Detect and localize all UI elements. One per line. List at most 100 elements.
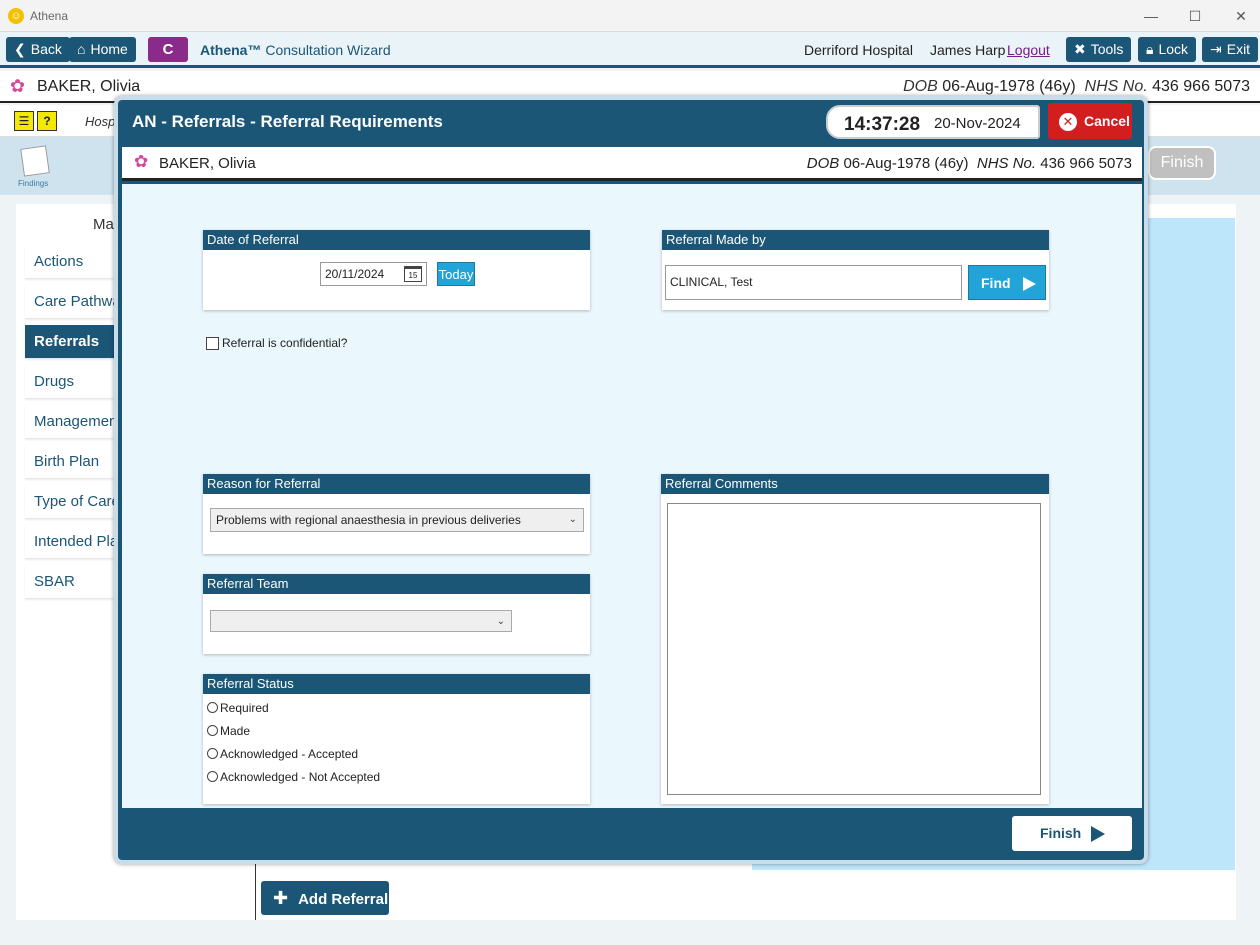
chevron-left-icon: ❮: [14, 41, 26, 57]
close-window-icon[interactable]: ✕: [1226, 6, 1256, 26]
home-icon: ⌂: [77, 41, 86, 57]
wizard-brand: Athena™: [200, 42, 262, 58]
referral-status-header: Referral Status: [203, 674, 590, 694]
status-option-accepted[interactable]: Acknowledged - Accepted: [207, 745, 358, 763]
reason-header: Reason for Referral: [203, 474, 590, 494]
alert-list-icon[interactable]: ☰: [14, 111, 34, 131]
status-option-required[interactable]: Required: [207, 699, 269, 717]
referral-team-select[interactable]: ⌄: [210, 610, 512, 632]
lock-label: Lock: [1158, 41, 1189, 57]
play-arrow-icon: [1022, 277, 1036, 292]
today-button[interactable]: Today: [437, 262, 475, 286]
referral-comments-header: Referral Comments: [661, 474, 1049, 494]
dialog-patient-details: DOB 06-Aug-1978 (46y) NHS No. 436 966 50…: [807, 155, 1132, 172]
cancel-button[interactable]: ✕ Cancel: [1048, 103, 1132, 139]
exit-icon: ⇥: [1210, 41, 1222, 57]
exit-button[interactable]: ⇥ Exit: [1202, 37, 1259, 62]
hospital-name: Derriford Hospital: [804, 42, 913, 58]
dialog-finish-button[interactable]: Finish: [1012, 816, 1132, 851]
lock-button[interactable]: 🔒︎ Lock: [1138, 37, 1197, 62]
help-icon[interactable]: ?: [37, 111, 57, 131]
status-option-made[interactable]: Made: [207, 722, 250, 740]
status-label: Acknowledged - Not Accepted: [220, 770, 381, 784]
chevron-down-icon: ⌄: [496, 616, 505, 627]
find-button[interactable]: Find: [968, 265, 1046, 300]
clock-date: 20-Nov-2024: [934, 115, 1021, 132]
findings-label: Findings: [18, 179, 49, 188]
status-label: Acknowledged - Accepted: [220, 747, 359, 761]
athena-app-icon: ☺: [8, 8, 24, 24]
add-referral-label: Add Referral: [298, 891, 389, 908]
minimize-icon[interactable]: —: [1136, 6, 1166, 26]
radio-button[interactable]: [207, 748, 218, 759]
nhs-label: NHS No.: [1084, 78, 1148, 95]
dob-label: DOB: [806, 155, 840, 172]
nhs-value: 436 966 5073: [1040, 155, 1132, 172]
back-label: Back: [30, 41, 62, 57]
wizard-title: Athena™ Consultation Wizard: [200, 42, 391, 58]
finish-label: Finish: [1040, 825, 1082, 841]
dialog-patient-banner: ✿ BAKER, Olivia DOB 06-Aug-1978 (46y) NH…: [122, 147, 1142, 181]
finish-button-background[interactable]: Finish: [1148, 146, 1216, 180]
reason-selected: Problems with regional anaesthesia in pr…: [216, 513, 521, 527]
date-of-referral-input[interactable]: 20/11/2024 15: [320, 262, 427, 286]
window-title: Athena: [30, 9, 69, 23]
date-of-referral-panel: Date of Referral 20/11/2024 15 Today: [203, 230, 590, 310]
back-button[interactable]: ❮ Back: [6, 37, 70, 62]
exit-label: Exit: [1226, 41, 1251, 57]
calendar-icon[interactable]: 15: [404, 266, 422, 282]
hospital-label-partial: Hosp: [85, 114, 116, 129]
clock-box: 14:37:28 20-Nov-2024: [826, 105, 1040, 139]
date-of-referral-header: Date of Referral: [203, 230, 590, 250]
date-value: 20/11/2024: [325, 267, 385, 281]
tools-button[interactable]: ✖ Tools: [1066, 37, 1132, 62]
radio-button[interactable]: [207, 702, 218, 713]
dialog-body: Date of Referral 20/11/2024 15 Today Ref…: [122, 184, 1142, 808]
findings-icon[interactable]: [20, 145, 50, 177]
c-button[interactable]: C: [148, 37, 188, 62]
add-referral-button[interactable]: ✚ Add Referral: [261, 881, 389, 915]
status-option-not-accepted[interactable]: Acknowledged - Not Accepted: [207, 768, 380, 786]
referral-made-by-panel: Referral Made by CLINICAL, Test Find: [662, 230, 1049, 310]
dob-value: 06-Aug-1978 (46y): [942, 78, 1076, 95]
tools-icon: ✖: [1074, 41, 1086, 57]
tools-label: Tools: [1090, 41, 1124, 57]
maximize-icon[interactable]: ☐: [1180, 6, 1210, 26]
referral-comments-panel: Referral Comments: [661, 474, 1049, 804]
home-label: Home: [90, 41, 128, 57]
home-button[interactable]: ⌂ Home: [69, 37, 136, 62]
confidential-checkbox[interactable]: [206, 337, 219, 350]
chevron-down-icon: ⌄: [568, 514, 577, 525]
referral-team-header: Referral Team: [203, 574, 590, 594]
clock-time: 14:37:28: [844, 114, 921, 135]
play-arrow-icon: [1091, 826, 1106, 843]
nhs-value: 436 966 5073: [1152, 78, 1250, 95]
dob-value: 06-Aug-1978 (46y): [843, 155, 969, 172]
reason-select[interactable]: Problems with regional anaesthesia in pr…: [210, 508, 584, 532]
status-label: Made: [220, 724, 251, 738]
divider: [255, 860, 256, 920]
radio-button[interactable]: [207, 725, 218, 736]
patient-details: DOB 06-Aug-1978 (46y) NHS No. 436 966 50…: [903, 78, 1250, 96]
status-label: Required: [220, 701, 269, 715]
confidential-label: Referral is confidential?: [222, 336, 348, 350]
dialog-patient-name: BAKER, Olivia: [159, 155, 256, 172]
referral-status-panel: Referral Status Required Made Acknowledg…: [203, 674, 590, 804]
plus-icon: ✚: [273, 888, 289, 908]
logout-link[interactable]: Logout: [1007, 42, 1050, 58]
referral-team-panel: Referral Team ⌄: [203, 574, 590, 654]
wizard-title-text: Consultation Wizard: [265, 42, 391, 58]
flower-icon: ✿: [134, 152, 149, 171]
referral-requirements-dialog: AN - Referrals - Referral Requirements 1…: [114, 96, 1148, 864]
referral-made-by-header: Referral Made by: [662, 230, 1049, 250]
flower-icon: ✿: [10, 76, 26, 96]
referral-comments-textarea[interactable]: [667, 503, 1041, 795]
dialog-title: AN - Referrals - Referral Requirements: [132, 112, 443, 131]
main-toolbar: ❮ Back ⌂ Home C Athena™ Consultation Wizar…: [0, 32, 1260, 68]
dob-label: DOB: [903, 78, 938, 95]
cancel-icon: ✕: [1059, 113, 1077, 131]
radio-button[interactable]: [207, 771, 218, 782]
user-name: James Harp: [930, 42, 1006, 58]
cancel-label: Cancel: [1084, 113, 1130, 129]
referral-made-by-input[interactable]: CLINICAL, Test: [665, 265, 962, 300]
